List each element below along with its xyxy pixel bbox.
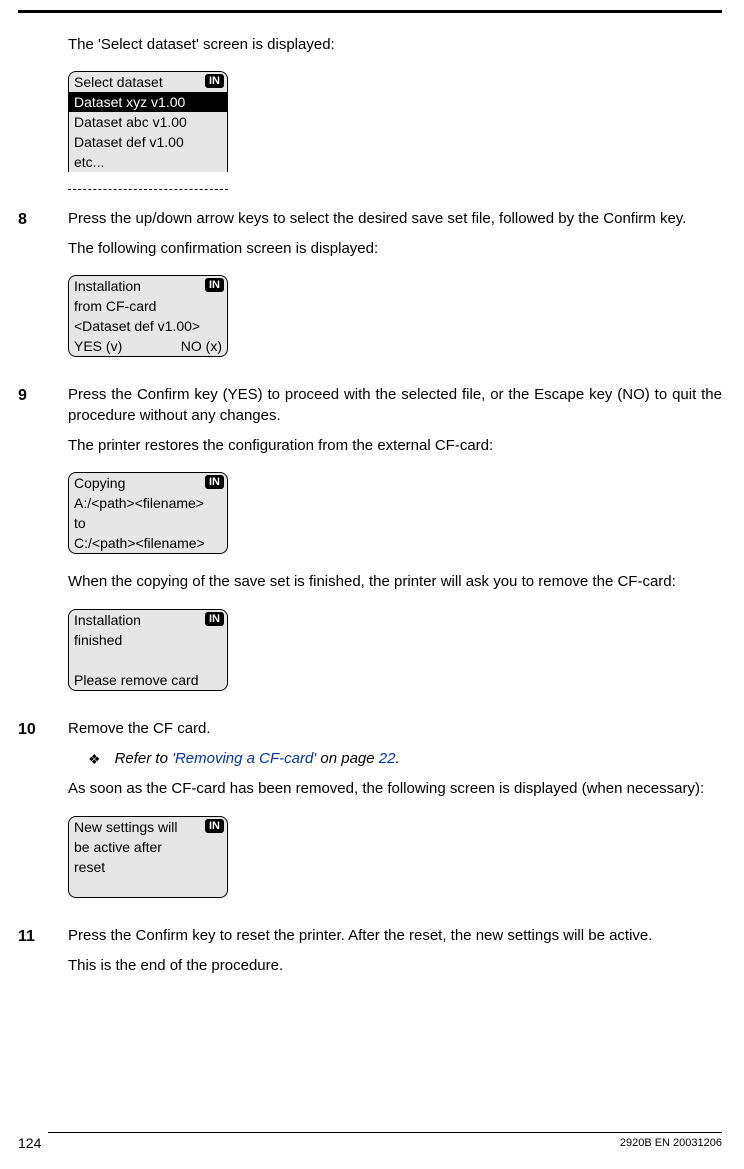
step-number: 10 [18,719,68,916]
diamond-icon: ❖ [88,749,101,769]
lcd-line: Installation [69,276,227,296]
step-number: 11 [18,926,68,987]
document-number: 2920B EN 20031206 [620,1136,722,1151]
top-rule [18,10,722,13]
crossref-text: Refer to 'Removing a CF-card' on page 22… [115,749,400,769]
lcd-new-settings: IN New settings will be active after res… [68,816,228,898]
lcd-install-confirm: IN Installation from CF-card <Dataset de… [68,275,228,357]
lcd-line: C:/<path><filename> [69,533,227,553]
step10-p2: As soon as the CF-card has been removed,… [68,779,722,799]
crossref-prefix: Refer to [115,750,173,767]
lcd-line: to [69,513,227,533]
lcd-badge: IN [205,74,224,88]
step-number: 8 [18,209,68,376]
lcd-line: Please remove card [69,670,227,690]
step8-p2: The following confirmation screen is dis… [68,239,722,259]
step-body: Press the Confirm key to reset the print… [68,926,722,987]
page-number: 124 [18,1134,41,1153]
lcd-line: from CF-card [69,296,227,316]
lcd-line [69,877,227,897]
lcd-copying: IN Copying A:/<path><filename> to C:/<pa… [68,472,228,554]
lcd-line: New settings will [69,817,227,837]
lcd-line: Copying [69,473,227,493]
lcd-line-selected: Dataset xyz v1.00 [69,92,227,112]
crossref-mid: on page [316,750,379,767]
lcd-badge: IN [205,475,224,489]
lcd-line [69,650,227,670]
step10-p1: Remove the CF card. [68,719,722,739]
lcd-line: Installation [69,610,227,630]
step-9: 9 Press the Confirm key (YES) to proceed… [18,385,722,709]
lcd-line: be active after [69,837,227,857]
page: The 'Select dataset' screen is displayed… [0,0,744,1169]
lcd-badge: IN [205,612,224,626]
lcd-line-yesno: YES (v) NO (x) [69,336,227,356]
footer-rule [48,1132,722,1133]
step-number: 9 [18,385,68,709]
lcd-line: reset [69,857,227,877]
lcd-line: <Dataset def v1.00> [69,316,227,336]
step-11: 11 Press the Confirm key to reset the pr… [18,926,722,987]
lcd-select-dataset: IN Select dataset Dataset xyz v1.00 Data… [68,71,228,172]
lcd-line: etc... [69,152,227,172]
lcd-install-finished: IN Installation finished Please remove c… [68,609,228,691]
step9-p2: The printer restores the configuration f… [68,436,722,456]
lcd-dashed-edge [68,189,228,191]
after9-text: When the copying of the save set is fini… [68,572,722,592]
crossref-link[interactable]: 'Removing a CF-card' [172,750,316,767]
footer-rule-wrap [48,1132,722,1137]
lcd-line: finished [69,630,227,650]
step-body: Press the Confirm key (YES) to proceed w… [68,385,722,709]
lcd-line: A:/<path><filename> [69,493,227,513]
lcd-badge: IN [205,819,224,833]
intro-text: The 'Select dataset' screen is displayed… [68,35,722,55]
step-body: Press the up/down arrow keys to select t… [68,209,722,376]
lcd-yes: YES (v) [74,336,122,356]
lcd-no: NO (x) [181,336,222,356]
lcd-badge: IN [205,278,224,292]
intro-block: The 'Select dataset' screen is displayed… [68,35,722,191]
step8-p1: Press the up/down arrow keys to select t… [68,209,722,229]
step-8: 8 Press the up/down arrow keys to select… [18,209,722,376]
lcd-line: Dataset abc v1.00 [69,112,227,132]
lcd-line: Select dataset [69,72,227,92]
step11-p2: This is the end of the procedure. [68,956,722,976]
crossref-suffix: . [395,750,399,767]
step11-p1: Press the Confirm key to reset the print… [68,926,722,946]
step9-p1: Press the Confirm key (YES) to proceed w… [68,385,722,426]
cross-reference: ❖ Refer to 'Removing a CF-card' on page … [88,749,722,769]
step-10: 10 Remove the CF card. ❖ Refer to 'Remov… [18,719,722,916]
lcd-line: Dataset def v1.00 [69,132,227,152]
crossref-page[interactable]: 22 [379,750,396,767]
step-body: Remove the CF card. ❖ Refer to 'Removing… [68,719,722,916]
